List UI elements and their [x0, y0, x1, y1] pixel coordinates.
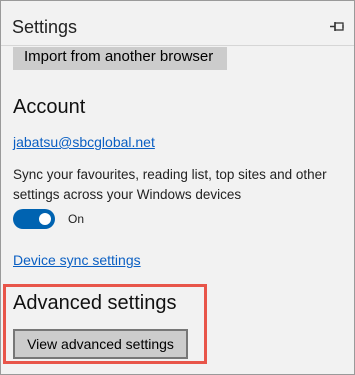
panel-header: Settings: [1, 1, 354, 46]
advanced-settings-heading: Advanced settings: [13, 292, 177, 314]
sync-toggle-state: On: [68, 212, 85, 226]
settings-panel: Settings Import from another browser Acc…: [0, 0, 355, 375]
panel-title: Settings: [12, 17, 78, 37]
account-email-link[interactable]: jabatsu@sbcglobal.net: [13, 133, 155, 151]
device-sync-settings-link[interactable]: Device sync settings: [13, 251, 141, 269]
toggle-knob: [39, 213, 51, 225]
account-heading: Account: [13, 96, 86, 118]
sync-toggle[interactable]: [13, 209, 55, 229]
import-from-browser-button[interactable]: Import from another browser: [13, 47, 227, 70]
pin-icon[interactable]: [329, 20, 345, 34]
view-advanced-settings-button[interactable]: View advanced settings: [13, 329, 188, 359]
sync-description: Sync your favourites, reading list, top …: [13, 167, 327, 202]
